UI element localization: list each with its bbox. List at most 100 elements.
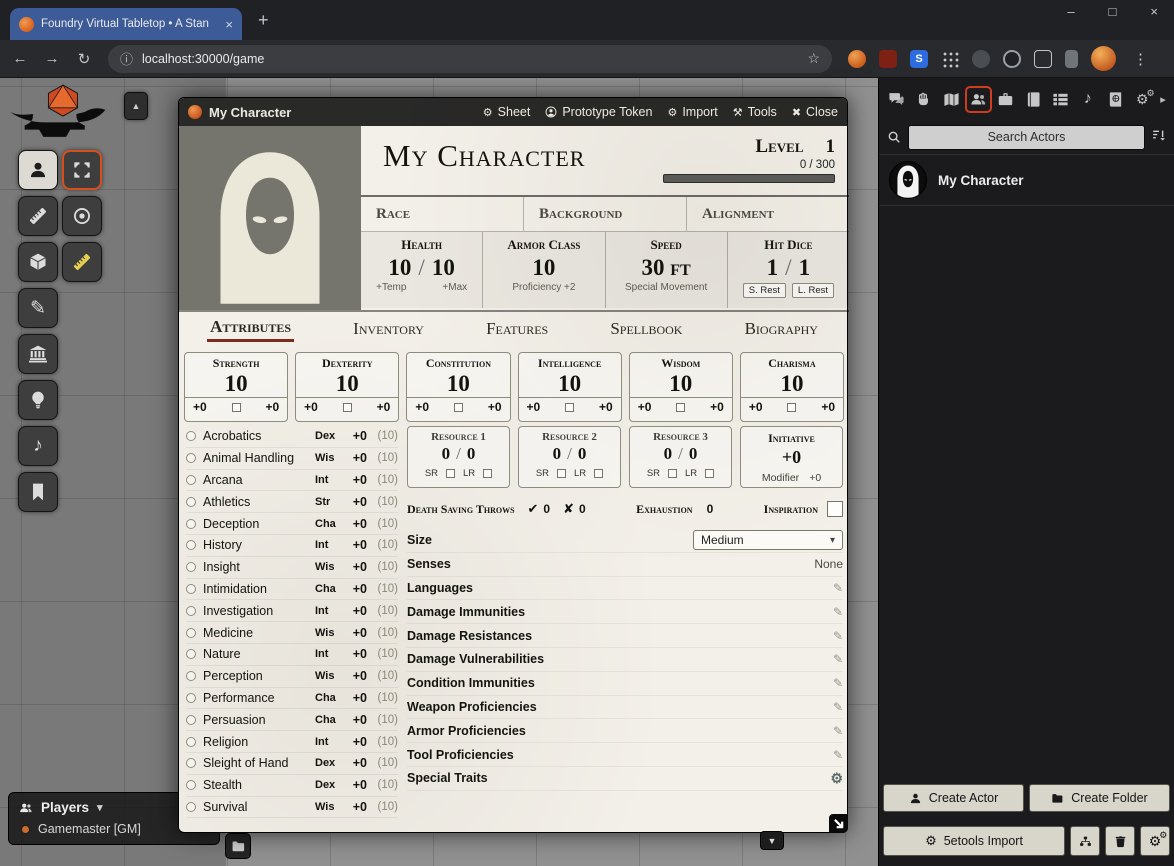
skill-proficiency-radio[interactable] [186, 737, 196, 747]
resource-value[interactable]: 0 [442, 444, 451, 463]
hp-temp-label[interactable]: +Temp [376, 282, 406, 293]
sr-checkbox[interactable] [446, 469, 455, 478]
skill-name[interactable]: Insight [203, 560, 315, 574]
death-failure-count[interactable]: 0 [579, 502, 586, 516]
ability-score[interactable]: 10 [519, 371, 621, 397]
skill-name[interactable]: Performance [203, 691, 315, 705]
maximize-button[interactable]: □ [1109, 4, 1117, 19]
control-lighting[interactable] [18, 380, 58, 420]
window-resize-handle[interactable] [829, 814, 848, 833]
race-field[interactable]: Race [361, 197, 523, 231]
save-proficiency-checkbox[interactable] [232, 403, 241, 412]
hp-current[interactable]: 10 [388, 255, 411, 280]
control-measure[interactable] [18, 196, 58, 236]
skill-row[interactable]: SurvivalWis+0(10) [186, 797, 398, 819]
close-window-button[interactable]: × [1150, 4, 1158, 19]
skill-name[interactable]: Arcana [203, 473, 315, 487]
edit-icon[interactable]: ✎ [833, 700, 843, 714]
skill-proficiency-radio[interactable] [186, 606, 196, 616]
tab-close-icon[interactable]: × [225, 17, 233, 32]
skill-name[interactable]: Religion [203, 735, 315, 749]
tab-spellbook[interactable]: Spellbook [607, 318, 685, 341]
skill-name[interactable]: Deception [203, 517, 315, 531]
control-tiles[interactable] [18, 242, 58, 282]
skill-row[interactable]: PerceptionWis+0(10) [186, 666, 398, 688]
skill-proficiency-radio[interactable] [186, 562, 196, 572]
skill-row[interactable]: ReligionInt+0(10) [186, 731, 398, 753]
skill-name[interactable]: Athletics [203, 495, 315, 509]
skill-row[interactable]: HistoryInt+0(10) [186, 535, 398, 557]
ability-score[interactable]: 10 [630, 371, 732, 397]
skill-proficiency-radio[interactable] [186, 802, 196, 812]
settings-button[interactable]: ⚙⚙ [1140, 826, 1170, 856]
sidebar-tab-scenes[interactable] [938, 78, 965, 120]
tab-attributes[interactable]: Attributes [207, 316, 294, 342]
skill-name[interactable]: Survival [203, 800, 315, 814]
site-info-icon[interactable]: ⓘ [120, 49, 133, 68]
ability-block-intelligence[interactable]: Intelligence10+0+0 [518, 352, 622, 422]
speed-value[interactable]: 30 ft [606, 255, 727, 280]
lr-checkbox[interactable] [594, 469, 603, 478]
sidebar-tab-actors[interactable] [965, 78, 992, 120]
character-name-input[interactable]: My Character [383, 136, 663, 195]
skill-name[interactable]: Nature [203, 647, 315, 661]
resource-max[interactable]: 0 [689, 444, 698, 463]
tab-features[interactable]: Features [483, 318, 551, 341]
skill-proficiency-radio[interactable] [186, 540, 196, 550]
bookmark-star-icon[interactable]: ☆ [807, 50, 820, 67]
back-button[interactable]: ← [12, 50, 28, 67]
edit-icon[interactable]: ✎ [833, 629, 843, 643]
tab-biography[interactable]: Biography [742, 318, 821, 341]
hp-tempmax-label[interactable]: +Max [442, 282, 467, 293]
control-sounds[interactable]: ♪ [18, 426, 58, 466]
sidebar-tab-journal[interactable] [1019, 78, 1046, 120]
exhaustion-value[interactable]: 0 [707, 502, 714, 516]
save-proficiency-checkbox[interactable] [565, 403, 574, 412]
senses-value[interactable]: None [814, 557, 843, 571]
hd-max[interactable]: 1 [799, 255, 811, 280]
resource-value[interactable]: 0 [664, 444, 673, 463]
browser-menu-icon[interactable]: ⋮ [1129, 50, 1152, 68]
ability-score[interactable]: 10 [741, 371, 843, 397]
configure-icon[interactable]: ⚙ [830, 770, 843, 787]
lr-checkbox[interactable] [483, 469, 492, 478]
skill-name[interactable]: Investigation [203, 604, 315, 618]
file-browser-button[interactable] [225, 833, 251, 859]
skill-row[interactable]: PerformanceCha+0(10) [186, 688, 398, 710]
control-token[interactable] [18, 150, 58, 190]
forward-button[interactable]: → [44, 50, 60, 67]
skill-row[interactable]: ArcanaInt+0(10) [186, 470, 398, 492]
skill-proficiency-radio[interactable] [186, 584, 196, 594]
extension-icon-2[interactable] [879, 50, 897, 68]
delete-button[interactable] [1105, 826, 1135, 856]
skill-proficiency-radio[interactable] [186, 758, 196, 768]
minimize-button[interactable]: – [1067, 4, 1074, 19]
ability-block-wisdom[interactable]: Wisdom10+0+0 [629, 352, 733, 422]
skill-name[interactable]: Stealth [203, 778, 315, 792]
control-notes[interactable] [18, 472, 58, 512]
sidebar-tab-chat[interactable] [883, 78, 910, 120]
extension-icon-3[interactable]: S [910, 50, 928, 68]
create-folder-button[interactable]: Create Folder [1029, 784, 1170, 812]
skill-name[interactable]: Animal Handling [203, 451, 315, 465]
death-success-count[interactable]: 0 [543, 502, 550, 516]
ability-score[interactable]: 10 [185, 371, 287, 397]
folder-tree-button[interactable] [1070, 826, 1100, 856]
character-portrait[interactable] [179, 126, 361, 310]
ac-value[interactable]: 10 [483, 255, 604, 280]
long-rest-button[interactable]: L. Rest [792, 283, 834, 298]
actor-list-item[interactable]: My Character [879, 154, 1174, 206]
skill-row[interactable]: IntimidationCha+0(10) [186, 579, 398, 601]
skill-row[interactable]: AcrobaticsDex+0(10) [186, 426, 398, 448]
edit-icon[interactable]: ✎ [833, 652, 843, 666]
sr-checkbox[interactable] [557, 469, 566, 478]
sheet-config-button[interactable]: ⚙ Sheet [483, 105, 531, 119]
ability-block-constitution[interactable]: Constitution10+0+0 [406, 352, 510, 422]
resource-value[interactable]: 0 [553, 444, 562, 463]
tool-ruler[interactable] [62, 242, 102, 282]
extension-icon-5[interactable] [972, 50, 990, 68]
skill-row[interactable]: MedicineWis+0(10) [186, 622, 398, 644]
sidebar-collapse-icon[interactable]: ▸ [1156, 93, 1170, 106]
skill-row[interactable]: Animal HandlingWis+0(10) [186, 448, 398, 470]
sidebar-tab-settings[interactable]: ⚙⚙ [1129, 78, 1156, 120]
